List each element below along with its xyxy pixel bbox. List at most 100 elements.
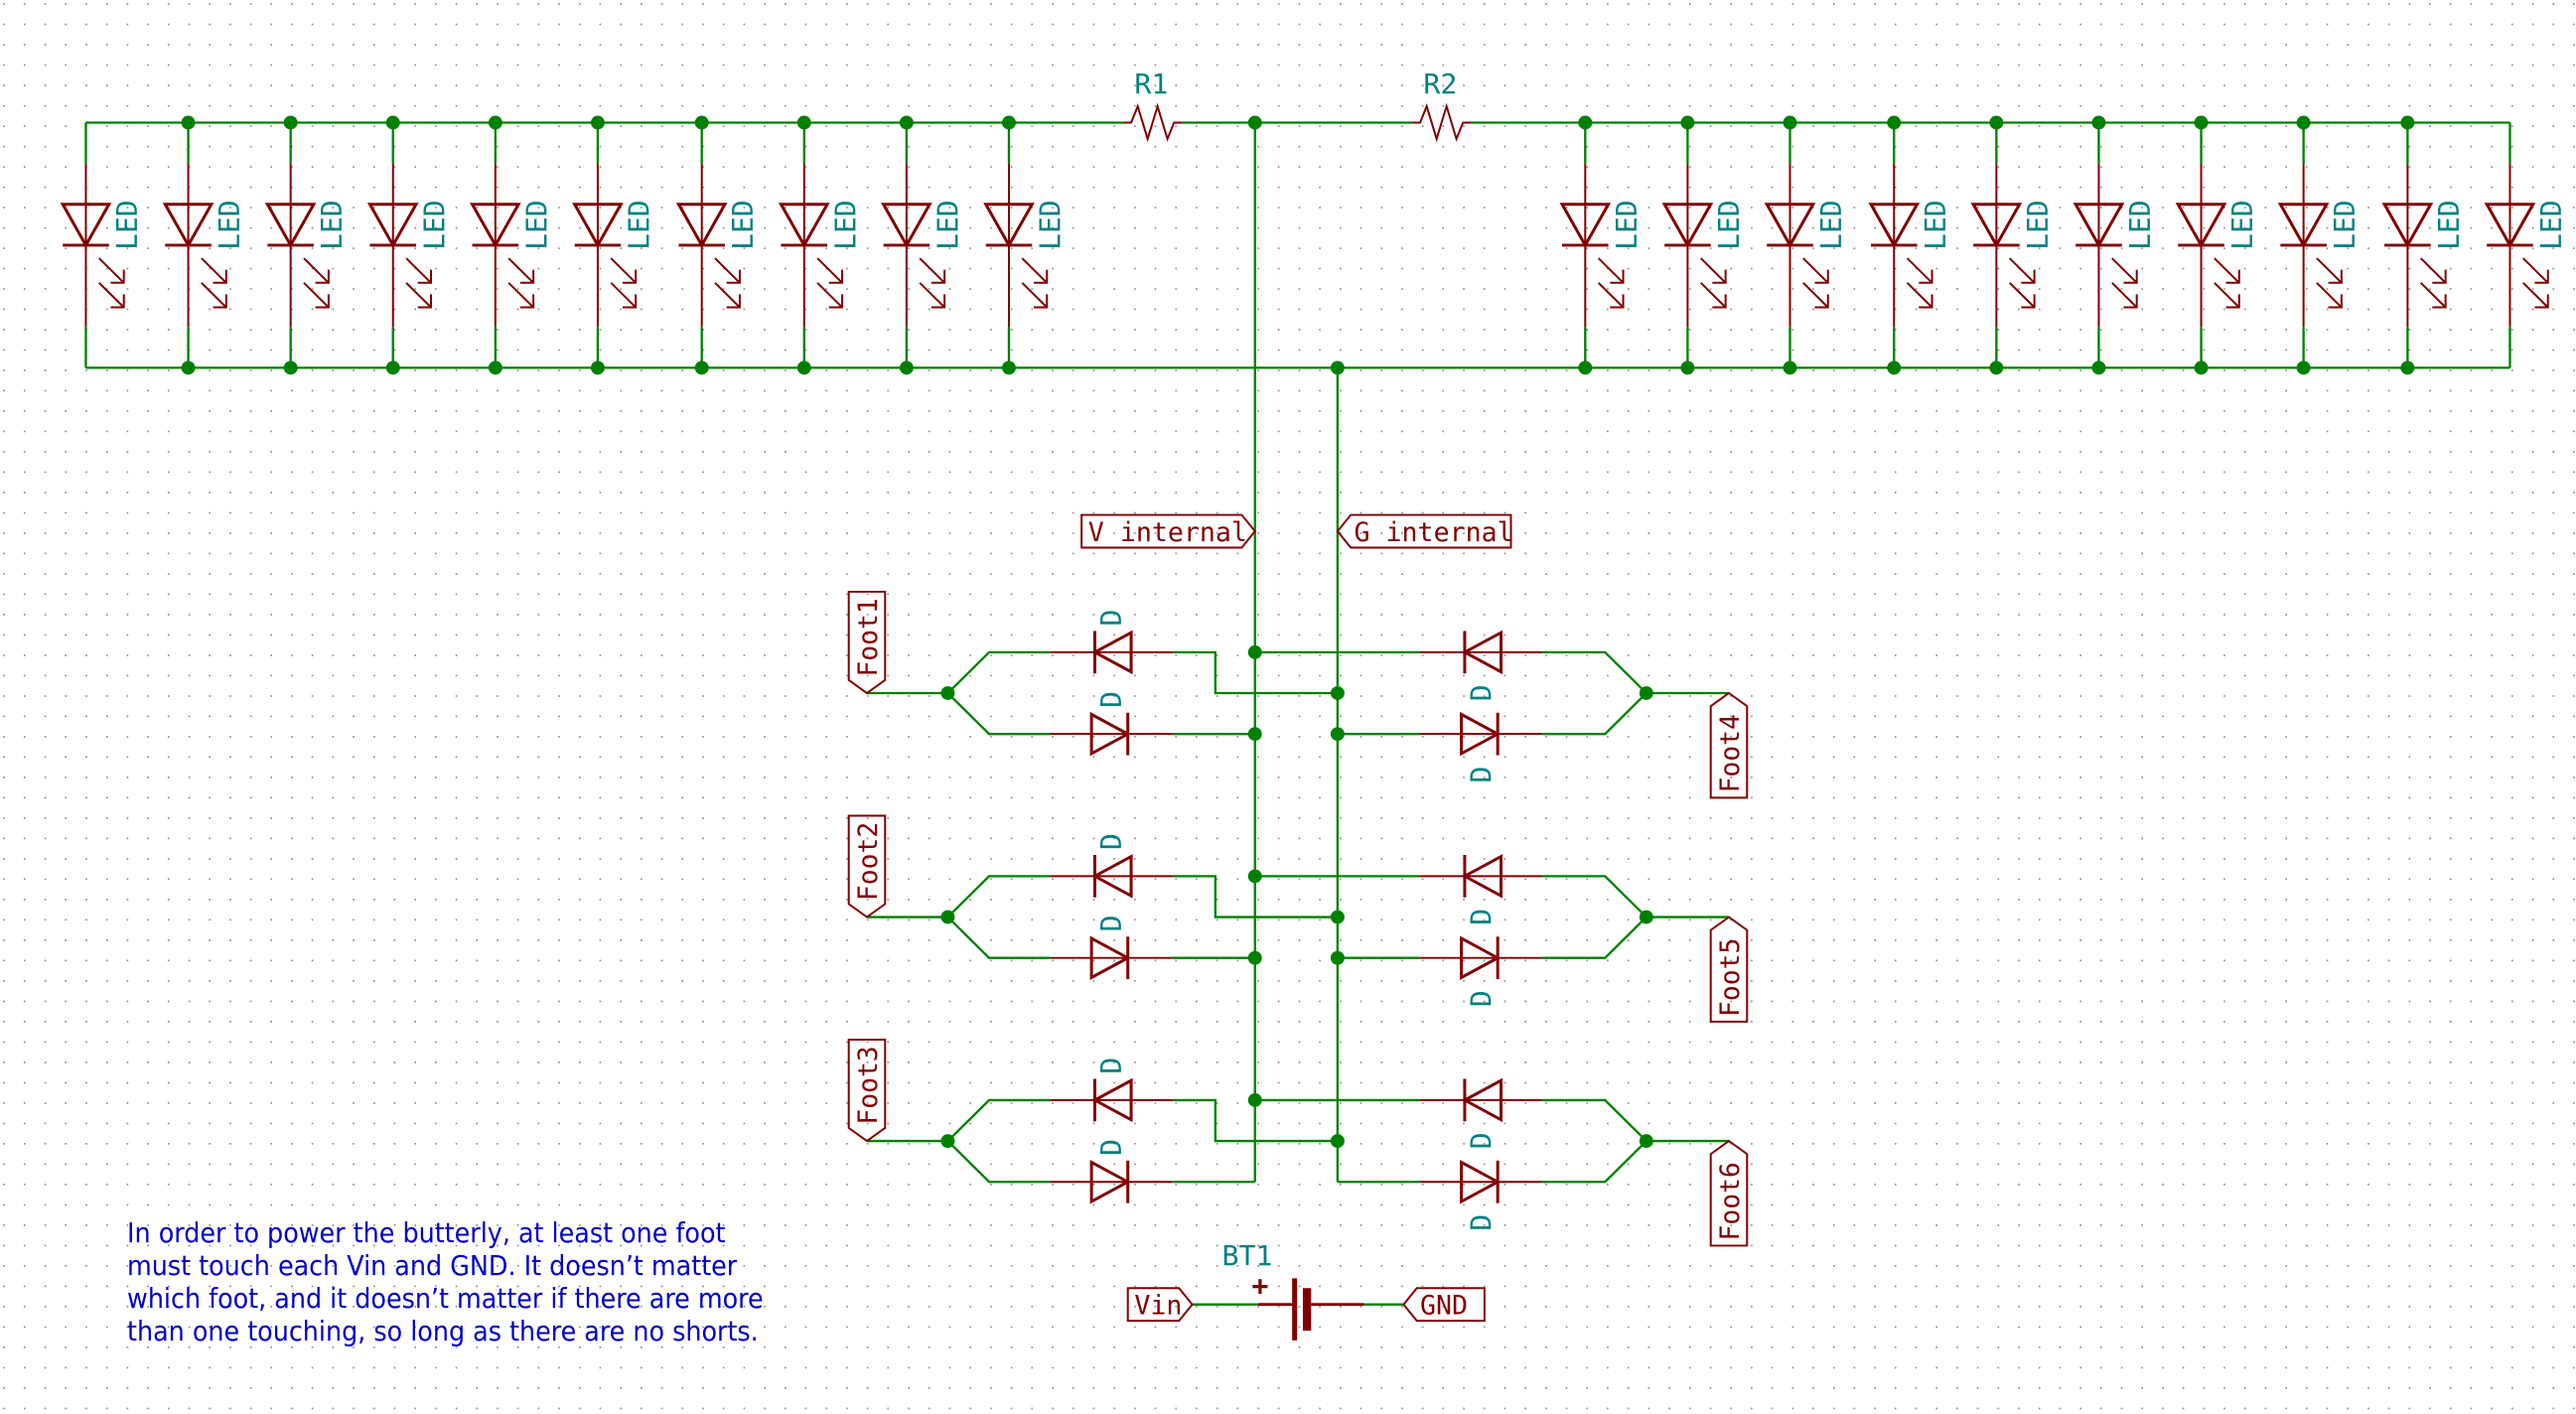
led-left-6[interactable]: LED (572, 122, 656, 368)
led-value: LED (520, 200, 553, 250)
diode-foot6-upper[interactable]: D (1420, 1077, 1543, 1150)
led-value: LED (111, 200, 144, 250)
wire-segment (946, 692, 1051, 736)
net-label-gnd[interactable]: GND (1402, 1287, 1486, 1323)
net-label-g-internal[interactable]: G_internal (1336, 513, 1513, 549)
led-value: LED (1713, 200, 1746, 250)
led-value: LED (2535, 200, 2568, 250)
led-left-9[interactable]: LED (881, 122, 965, 368)
battery-bt1[interactable]: BT1 + (1192, 1239, 1404, 1341)
foot-label-2-text: Foot2 (853, 822, 884, 901)
led-left-2[interactable]: LED (162, 122, 246, 368)
led-right-8[interactable]: LED (2277, 122, 2361, 368)
light-arrow-icon (2316, 257, 2343, 284)
foot-label-4[interactable]: Foot4 (1709, 691, 1749, 799)
diode-foot1-upper[interactable]: D (1050, 610, 1173, 675)
foot-label-2[interactable]: Foot2 (847, 814, 887, 919)
led-left-4[interactable]: LED (366, 122, 451, 368)
diode-foot6-lower[interactable]: D (1420, 1159, 1543, 1231)
led-left-5[interactable]: LED (470, 122, 554, 368)
light-arrow-icon (98, 282, 125, 309)
junction-dot (1247, 950, 1262, 965)
light-arrow-icon (610, 257, 638, 284)
light-arrow-icon (919, 257, 946, 284)
light-arrow-icon (1802, 282, 1829, 309)
led-value: LED (2433, 200, 2466, 250)
net-label-g-internal-text: G_internal (1355, 517, 1513, 548)
diode-foot3-upper[interactable]: D (1050, 1058, 1173, 1123)
note-line-3: which foot, and it doesn’t matter if the… (127, 1282, 764, 1315)
net-label-v-internal-text: V_internal (1088, 517, 1247, 548)
led-value: LED (623, 200, 655, 250)
diode-foot1-lower[interactable]: D (1050, 691, 1173, 757)
led-right-4[interactable]: LED (1868, 122, 1952, 368)
diode-value: D (1095, 691, 1128, 708)
note-line-2: must touch each Vin and GND. It doesn’t … (127, 1249, 738, 1282)
wire-segment (1542, 692, 1647, 736)
junction-dot (1330, 910, 1345, 924)
diode-value: D (1465, 990, 1498, 1007)
junction-dot (1247, 1093, 1262, 1107)
light-arrow-icon (2419, 257, 2447, 284)
light-arrow-icon (816, 282, 844, 309)
light-arrow-icon (507, 257, 535, 284)
resistor-zigzag-icon (1411, 102, 1472, 143)
net-label-vin[interactable]: Vin (1126, 1287, 1194, 1323)
diode-value: D (1095, 1058, 1128, 1074)
light-arrow-icon (405, 257, 432, 284)
wire-segment (1542, 1140, 1647, 1184)
diode-foot2-lower[interactable]: D (1050, 916, 1173, 980)
foot-label-5[interactable]: Foot5 (1709, 916, 1749, 1023)
diode-foot5-upper[interactable]: D (1420, 854, 1543, 925)
wire-segment (1542, 875, 1647, 919)
light-arrow-icon (303, 257, 330, 284)
wire-segment (1542, 650, 1647, 694)
net-label-vin-text: Vin (1134, 1291, 1182, 1322)
resistor-ref: R2 (1423, 68, 1457, 100)
diode-foot4-upper[interactable]: D (1420, 630, 1543, 701)
led-value: LED (829, 200, 862, 250)
led-right-7[interactable]: LED (2175, 122, 2259, 368)
net-label-v-internal[interactable]: V_internal (1080, 513, 1257, 549)
led-right-9[interactable]: LED (2381, 122, 2466, 368)
foot-label-6[interactable]: Foot6 (1709, 1139, 1749, 1247)
resistor-r2[interactable]: R2 (1411, 68, 1472, 143)
light-arrow-icon (2214, 282, 2240, 309)
diode-foot2-upper[interactable]: D (1050, 833, 1173, 899)
light-arrow-icon (2111, 257, 2138, 284)
light-arrow-icon (2522, 257, 2549, 284)
diode-foot5-lower[interactable]: D (1420, 935, 1543, 1007)
foot-label-3[interactable]: Foot3 (847, 1039, 887, 1143)
diode-foot4-lower[interactable]: D (1420, 711, 1543, 783)
led-left-7[interactable]: LED (675, 122, 760, 368)
wire-segment (1542, 1098, 1647, 1142)
led-right-3[interactable]: LED (1764, 122, 1848, 368)
foot-label-1[interactable]: Foot1 (847, 590, 887, 695)
led-left-3[interactable]: LED (264, 122, 349, 368)
diode-value: D (1095, 610, 1128, 627)
led-value: LED (727, 200, 760, 250)
resistor-zigzag-icon (1122, 102, 1183, 143)
schematic-canvas[interactable]: LED LED LED LED LED LED LED LED LED LED LED LED LED L… (0, 0, 2576, 1414)
led-left-1[interactable]: LED (60, 122, 144, 368)
light-arrow-icon (98, 257, 125, 284)
led-right-5[interactable]: LED (1970, 122, 2055, 368)
diode-foot3-lower[interactable]: D (1050, 1139, 1173, 1204)
led-right-6[interactable]: LED (2073, 122, 2157, 368)
led-right-10[interactable]: LED (2484, 122, 2568, 368)
light-arrow-icon (507, 282, 535, 309)
led-right-1[interactable]: LED (1559, 122, 1644, 368)
led-right-2[interactable]: LED (1661, 122, 1746, 368)
led-left-10[interactable]: LED (983, 122, 1068, 368)
light-arrow-icon (1597, 282, 1625, 309)
led-left-8[interactable]: LED (778, 122, 863, 368)
light-arrow-icon (2111, 282, 2138, 309)
junction-dot (1247, 644, 1262, 659)
led-value: LED (2124, 200, 2157, 250)
light-arrow-icon (1597, 257, 1625, 284)
resistor-r1[interactable]: R1 (1122, 68, 1183, 143)
light-arrow-icon (2214, 257, 2240, 284)
light-arrow-icon (201, 282, 227, 309)
light-arrow-icon (1906, 257, 1933, 284)
light-arrow-icon (2316, 282, 2343, 309)
